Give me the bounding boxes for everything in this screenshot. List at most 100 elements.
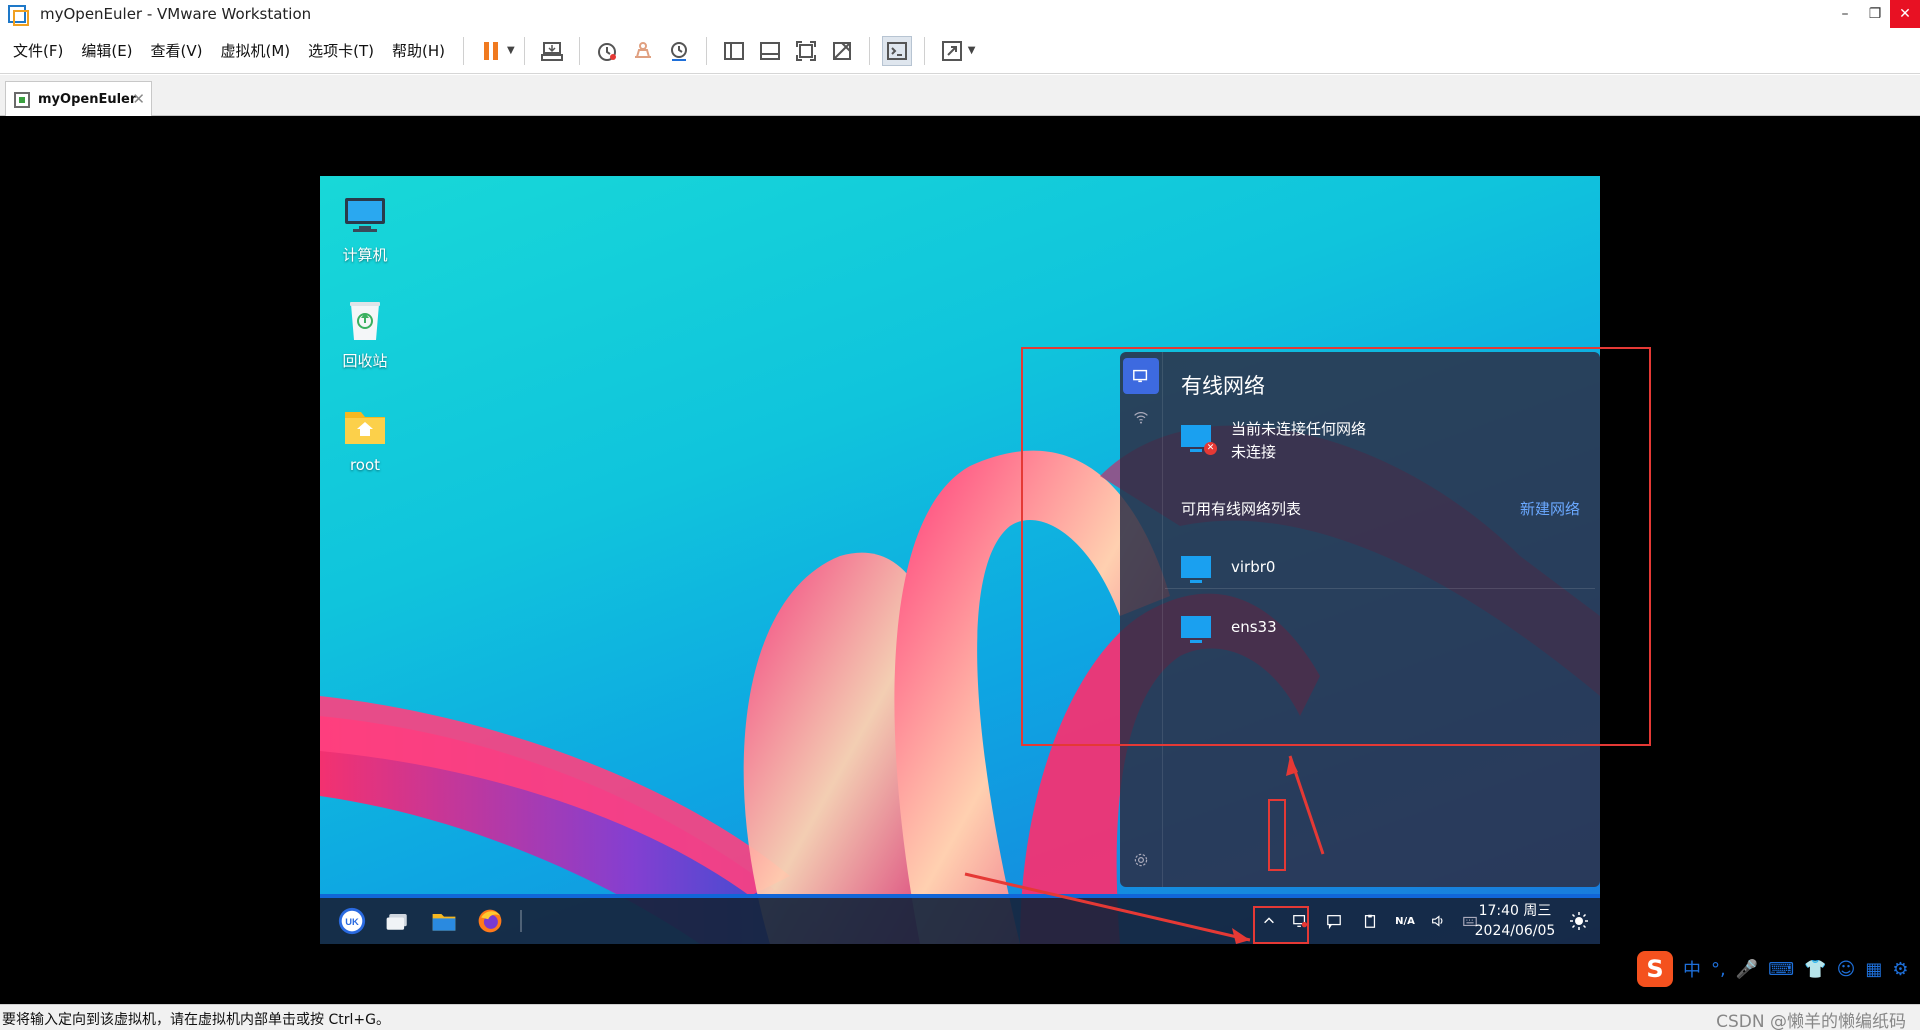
sidebar-layout-icon	[723, 41, 744, 60]
menu-tabs[interactable]: 选项卡(T)	[299, 40, 383, 61]
tab-myopeneuler[interactable]: myOpenEuler ✕	[5, 81, 152, 117]
annotation-tray-highlight	[1253, 906, 1309, 944]
menu-file[interactable]: 文件(F)	[0, 40, 72, 61]
menu-view[interactable]: 查看(V)	[142, 40, 212, 61]
soft-keyboard-icon[interactable]: ⌨	[1768, 959, 1794, 980]
sogou-logo-icon[interactable]: S	[1637, 951, 1673, 987]
stretch-dropdown-icon[interactable]: ▼	[968, 45, 976, 56]
firefox-icon	[478, 909, 502, 933]
pause-button[interactable]	[476, 36, 506, 66]
unity-icon	[832, 41, 851, 60]
start-menu-button[interactable]: UK	[332, 898, 372, 944]
send-ctrl-alt-del-button[interactable]	[537, 36, 567, 66]
desktop-icon-label: 回收站	[342, 352, 388, 370]
snapshot-button[interactable]	[592, 36, 622, 66]
desktop-icon-computer[interactable]: 计算机	[320, 190, 420, 265]
clipboard-icon	[1364, 914, 1376, 928]
ime-language-toggle[interactable]: 中	[1683, 956, 1701, 982]
status-bar: 要将输入定向到该虚拟机，请在虚拟机内部单击或按 Ctrl+G。 CSDN @懒羊…	[0, 1004, 1920, 1032]
network-settings-button[interactable]	[1123, 842, 1159, 878]
theme-toggle-button[interactable]	[1564, 898, 1594, 944]
tray-battery-button[interactable]: N/A	[1388, 898, 1422, 944]
desktop-icon-root[interactable]: root	[320, 402, 420, 474]
ime-toolbar: S 中 °, 🎤 ⌨ 👕 ☺ ▦ ⚙	[1637, 950, 1908, 988]
microphone-icon[interactable]: 🎤	[1736, 959, 1758, 980]
taskbar-separator	[520, 910, 522, 932]
ime-settings-icon[interactable]: ⚙	[1892, 959, 1908, 980]
clock-date: 2024/06/05	[1474, 923, 1556, 939]
ime-punctuation-toggle[interactable]: °,	[1711, 959, 1726, 980]
menu-edit[interactable]: 编辑(E)	[72, 40, 141, 61]
desktop-icon-label: 计算机	[342, 246, 388, 264]
terminal-icon	[886, 41, 907, 60]
toolbar-separator	[868, 36, 870, 65]
revert-snapshot-button[interactable]	[628, 36, 658, 66]
snapshot-manager-button[interactable]	[664, 36, 694, 66]
title-bar: myOpenEuler - VMware Workstation – ❐ ✕	[0, 0, 1920, 28]
svg-text:UK: UK	[345, 917, 359, 927]
annotation-marker	[1268, 799, 1286, 871]
menu-vm[interactable]: 虚拟机(M)	[212, 40, 300, 61]
send-keys-icon	[540, 41, 563, 61]
toolbar-separator	[523, 36, 525, 65]
battery-label: N/A	[1395, 915, 1415, 927]
fullscreen-button[interactable]	[791, 36, 821, 66]
tray-clipboard-button[interactable]	[1356, 898, 1384, 944]
stretch-guest-button[interactable]	[937, 36, 967, 66]
menu-bar: 文件(F) 编辑(E) 查看(V) 虚拟机(M) 选项卡(T) 帮助(H) ▼ …	[0, 28, 1920, 74]
vmware-logo-icon	[6, 3, 29, 26]
vm-running-icon	[14, 91, 30, 108]
window-title: myOpenEuler - VMware Workstation	[40, 5, 312, 23]
desktop-icon-trash[interactable]: 回收站	[320, 296, 420, 371]
stretch-icon	[941, 40, 962, 61]
library-view-button[interactable]	[719, 36, 749, 66]
file-manager-button[interactable]	[424, 898, 464, 944]
multitask-icon	[386, 914, 407, 930]
volume-icon	[1432, 915, 1443, 927]
gear-icon	[1134, 853, 1148, 867]
firefox-button[interactable]	[470, 898, 510, 944]
toolbar-separator	[463, 36, 465, 65]
snapshot-icon	[597, 42, 616, 61]
tab-strip: myOpenEuler ✕	[0, 75, 1920, 117]
pause-dropdown-icon[interactable]: ▼	[507, 45, 515, 56]
toolbar-separator	[705, 36, 707, 65]
console-view-button[interactable]	[881, 35, 912, 66]
home-folder-icon	[341, 402, 389, 450]
close-window-button[interactable]: ✕	[1890, 0, 1920, 28]
unity-mode-button[interactable]	[827, 36, 857, 66]
window-controls: – ❐ ✕	[1830, 0, 1920, 28]
fullscreen-icon	[795, 40, 816, 61]
notification-icon	[1327, 915, 1341, 929]
taskbar-clock[interactable]: 17:40 周三 2024/06/05	[1470, 901, 1560, 941]
tab-close-icon[interactable]: ✕	[132, 90, 145, 108]
status-message: 要将输入定向到该虚拟机，请在虚拟机内部单击或按 Ctrl+G。	[2, 1012, 390, 1028]
tray-notification-button[interactable]	[1320, 898, 1348, 944]
guest-taskbar: UK N/A 17:40 周三 2024/06/05	[320, 894, 1600, 944]
start-menu-icon: UK	[338, 907, 366, 935]
minimize-button[interactable]: –	[1830, 0, 1860, 28]
menu-help[interactable]: 帮助(H)	[383, 40, 454, 61]
restore-button[interactable]: ❐	[1860, 0, 1890, 28]
toolbar-separator	[923, 36, 925, 65]
revert-icon	[634, 41, 651, 58]
snapshot-manager-icon	[670, 41, 687, 61]
trash-icon	[341, 296, 389, 344]
toolbox-icon[interactable]: ▦	[1865, 959, 1882, 980]
file-manager-icon	[432, 914, 456, 931]
desktop-icon-label: root	[349, 456, 381, 474]
bottom-panel-icon	[759, 41, 780, 60]
tab-label: myOpenEuler	[38, 92, 137, 107]
skin-icon[interactable]: 👕	[1804, 959, 1826, 980]
thumbnail-bar-button[interactable]	[755, 36, 785, 66]
multitask-button[interactable]	[378, 898, 418, 944]
clock-time: 17:40 周三	[1478, 903, 1552, 919]
computer-icon	[341, 190, 389, 238]
annotation-popup-highlight	[1021, 347, 1651, 746]
tray-volume-button[interactable]	[1424, 898, 1452, 944]
emoji-icon[interactable]: ☺	[1837, 959, 1856, 980]
watermark: CSDN @懒羊的懒编纸码	[1716, 1012, 1906, 1032]
night-mode-icon	[1570, 912, 1588, 930]
toolbar-separator	[578, 36, 580, 65]
pause-icon	[484, 41, 499, 60]
